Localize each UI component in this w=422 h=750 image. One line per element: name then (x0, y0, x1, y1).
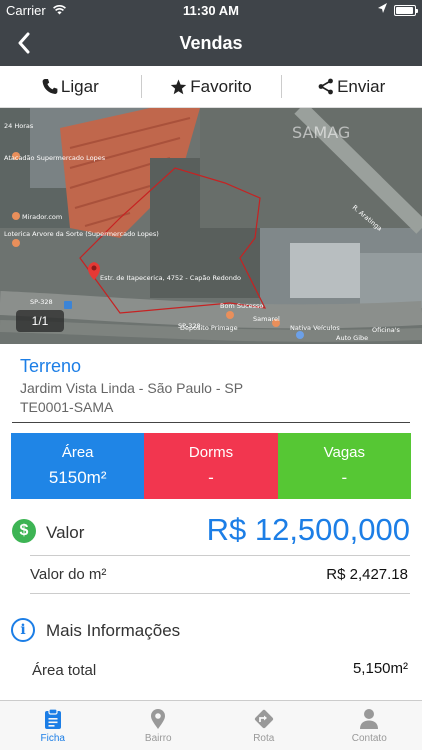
navigation-bar: Vendas (0, 20, 422, 66)
map-label-auto-gibe: Auto Gibe (336, 334, 368, 342)
status-bar: Carrier 11:30 AM (0, 0, 422, 20)
map-label-address: Estr. de Itapecerica, 4752 - Capão Redon… (100, 274, 241, 282)
satellite-map[interactable]: 24 Horas Atacadão Supermercado Lopes Mir… (0, 108, 422, 344)
map-label-oficinas: Oficina's (372, 326, 400, 334)
tab-bairro-label: Bairro (144, 732, 172, 744)
map-label-nativa: Nativa Veículos (290, 324, 340, 332)
map-label-samarel: Samarel (253, 315, 280, 323)
tab-ficha[interactable]: Ficha (0, 701, 106, 750)
person-icon (360, 708, 379, 729)
share-button[interactable]: Enviar (281, 66, 422, 107)
price-per-m2-row: Valor do m² R$ 2,427.18 (0, 560, 422, 592)
feature-tiles: Área 5150m² Dorms - Vagas - (11, 433, 411, 499)
share-label: Enviar (337, 76, 386, 96)
dorms-tile: Dorms - (144, 433, 278, 499)
more-info-label: Mais Informações (46, 621, 181, 640)
price-per-m2-label: Valor do m² (30, 566, 107, 583)
info-icon: i (11, 618, 35, 642)
divider (30, 593, 410, 594)
property-type: Terreno (20, 356, 82, 376)
total-area-value: 5,150m² (352, 660, 408, 677)
page-title: Vendas (179, 33, 243, 53)
call-button[interactable]: Ligar (0, 66, 141, 107)
vagas-tile-value: - (341, 468, 348, 487)
location-arrow-icon (377, 2, 388, 18)
price-per-m2-value: R$ 2,427.18 (326, 566, 408, 583)
vagas-tile-label: Vagas (323, 444, 366, 461)
phone-icon (42, 79, 58, 94)
property-code: TE0001-SAMA (20, 399, 114, 415)
dorms-tile-label: Dorms (188, 444, 234, 461)
map-label-road-1: SP-328 (30, 298, 53, 306)
area-tile-value: 5150m² (48, 468, 107, 487)
price-row: $ Valor R$ 12,500,000 (0, 510, 422, 556)
tab-rota-label: Rota (253, 732, 275, 744)
total-area-label: Área total (32, 662, 97, 679)
call-label: Ligar (60, 76, 99, 96)
divider (12, 422, 410, 423)
favorite-label: Favorito (190, 76, 252, 96)
share-icon (318, 78, 333, 95)
clock: 11:30 AM (183, 3, 239, 18)
tab-bairro[interactable]: Bairro (106, 701, 212, 750)
star-icon (171, 79, 187, 94)
area-tile: Área 5150m² (11, 433, 145, 499)
map-label-bom-sucesso: Bom Sucesso (220, 302, 263, 310)
favorite-button[interactable]: Favorito (140, 66, 282, 107)
tab-bar: Ficha Bairro Rota Contato (0, 700, 422, 750)
tab-rota[interactable]: Rota (211, 701, 317, 750)
photo-counter: 1/1 (16, 310, 64, 332)
clipboard-icon (44, 707, 61, 729)
map-label-atacadao: Atacadão Supermercado Lopes (4, 154, 106, 162)
tab-contato[interactable]: Contato (317, 701, 422, 750)
route-icon (254, 709, 273, 728)
area-tile-label: Área (61, 444, 94, 461)
dorms-tile-value: - (208, 468, 214, 487)
total-area-row: Área total 5,150m² (0, 656, 422, 686)
map-watermark: SAMAG (292, 123, 350, 142)
property-location: Jardim Vista Linda - São Paulo - SP (20, 380, 244, 396)
tab-ficha-label: Ficha (40, 732, 65, 744)
property-info: Terreno Jardim Vista Linda - São Paulo -… (0, 344, 422, 424)
price-label: Valor (46, 523, 85, 542)
divider (30, 555, 410, 556)
battery-icon (394, 5, 418, 16)
map-pin-icon (151, 708, 166, 729)
dollar-icon: $ (12, 519, 36, 543)
price-value: R$ 12,500,000 (206, 512, 410, 547)
map-image: 24 Horas Atacadão Supermercado Lopes Mir… (0, 108, 422, 344)
more-info-header: i Mais Informações (0, 614, 422, 646)
map-label-loterica: Loterica Arvore da Sorte (Supermercado L… (4, 230, 159, 238)
map-label-road-2: SP-328 (178, 322, 201, 330)
map-label-mirador: Mirador.com (22, 213, 62, 221)
tab-contato-label: Contato (351, 732, 387, 744)
map-label-24h: 24 Horas (4, 122, 34, 130)
vagas-tile: Vagas - (277, 433, 411, 499)
action-bar: Ligar Favorito Enviar (0, 66, 422, 108)
